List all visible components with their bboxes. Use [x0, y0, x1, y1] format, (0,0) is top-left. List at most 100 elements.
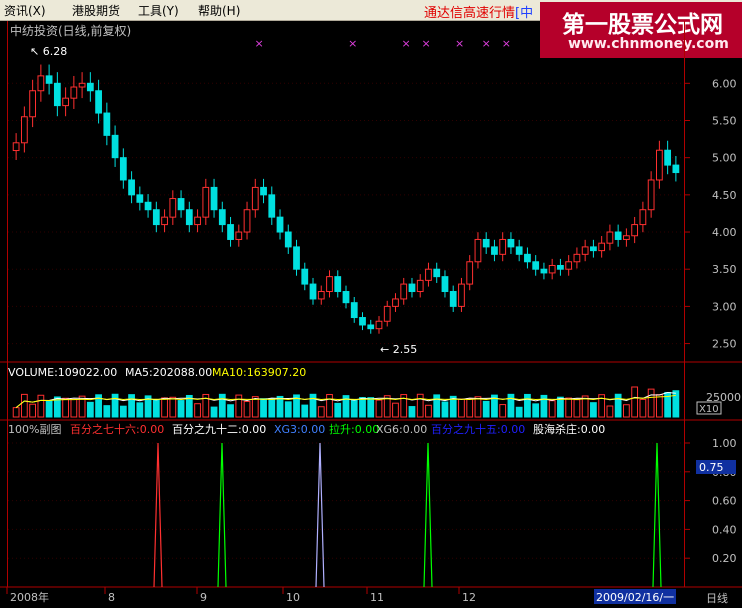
- volume-bar: [326, 394, 333, 418]
- time-label: 9: [200, 591, 207, 604]
- candle-body: [334, 276, 342, 293]
- candle-body: [359, 317, 366, 326]
- menu-item-help[interactable]: 帮助(H): [198, 2, 240, 19]
- ma10-label: MA10:163907.20: [212, 366, 306, 379]
- time-label: 2009/02/16/一: [596, 591, 674, 604]
- volume-bar: [631, 386, 639, 418]
- marquee-ticker: 通达信高速行情[中: [424, 2, 533, 21]
- candle-body: [103, 112, 111, 136]
- volume-bar: [136, 402, 144, 418]
- candle-body: [639, 209, 647, 226]
- signal-marker: ×: [455, 37, 464, 50]
- candle-body: [565, 261, 573, 270]
- volume-bar: [392, 402, 399, 418]
- signal-marker: ×: [502, 37, 511, 50]
- candle-body: [161, 216, 168, 226]
- menu-item-news[interactable]: 资讯(X): [4, 2, 46, 19]
- indicator-label: 100%副图: [8, 423, 61, 436]
- volume-bar: [284, 401, 292, 418]
- candle-body: [664, 149, 672, 166]
- indicator-spike: [423, 442, 433, 588]
- candle-body: [177, 198, 185, 211]
- volume-bar: [268, 398, 276, 418]
- candle-body: [672, 164, 680, 174]
- candle-body: [136, 194, 144, 203]
- time-axis: 2008年 8 9 10 11 12 2009/02/16/一: [6, 587, 676, 604]
- period-label[interactable]: 日线: [706, 591, 728, 605]
- volume-bar: [606, 405, 614, 418]
- indicator-tick-label: 1.00: [712, 437, 737, 450]
- candle-body: [392, 298, 399, 307]
- volume-bar: [227, 404, 234, 418]
- volume-bar: [672, 390, 680, 418]
- volume-bar: [317, 406, 325, 418]
- candle-body: [243, 209, 251, 233]
- volume-bar: [119, 405, 127, 418]
- indicator-axis: 1.000.800.600.400.20: [684, 437, 737, 565]
- volume-bar: [301, 404, 309, 418]
- candle-body: [202, 186, 210, 218]
- indicator-tick-label: 0.60: [712, 495, 737, 508]
- candle-body: [474, 238, 482, 263]
- candle-body: [227, 224, 234, 240]
- candle-body: [144, 201, 152, 211]
- indicator-label: XG6:0.00: [376, 423, 427, 436]
- candle-body: [466, 261, 474, 285]
- indicator-grid: [8, 442, 684, 559]
- candle-body: [449, 291, 457, 307]
- high-price-value: 6.28: [43, 45, 68, 58]
- volume-bar: [62, 397, 69, 418]
- candle-body: [655, 149, 663, 181]
- volume-bar: [152, 399, 160, 418]
- indicator-label: 拉升:0.00: [329, 422, 379, 436]
- volume-bar: [309, 393, 317, 418]
- candle-body: [251, 186, 259, 211]
- marquee-tail: [中: [515, 6, 534, 21]
- menu-item-hk-futures[interactable]: 港股期货: [72, 2, 120, 19]
- candle-body: [499, 238, 507, 255]
- volume-bar: [103, 405, 111, 418]
- time-label: 12: [462, 591, 476, 604]
- volume-bar: [532, 403, 540, 418]
- volume-bar: [466, 398, 474, 418]
- candle-body: [532, 261, 540, 270]
- low-price-label: ← 2.55: [380, 343, 417, 356]
- volume-bar: [573, 399, 581, 418]
- candle-body: [441, 276, 449, 293]
- volume-bar: [441, 401, 449, 418]
- volume-bar: [499, 404, 507, 418]
- candle-body: [293, 246, 300, 270]
- time-label: 10: [286, 591, 300, 604]
- indicator-label: 百分之九十五:0.00: [431, 422, 525, 436]
- candle-body: [623, 235, 630, 240]
- candle-body: [260, 186, 267, 196]
- indicator-label: 股海杀庄:0.00: [533, 422, 605, 436]
- volume-bar: [458, 398, 465, 418]
- volume-unit-label: X10: [699, 404, 719, 415]
- volume-bar: [647, 388, 655, 418]
- volume-bar: [375, 399, 383, 418]
- candle-body: [29, 90, 37, 118]
- candle-body: [350, 302, 358, 319]
- candle-body: [326, 276, 333, 293]
- candle-body: [383, 305, 391, 322]
- volume-bar: [169, 396, 177, 418]
- indicator-label: 百分之七十六:0.00: [70, 422, 164, 436]
- indicator-spike: [652, 442, 662, 588]
- candle-body: [458, 283, 465, 307]
- candle-body: [119, 157, 127, 181]
- candle-body: [408, 283, 416, 293]
- candle-body: [647, 179, 655, 211]
- candle-body: [548, 264, 556, 274]
- ma5-label: MA5:202088.00: [125, 366, 212, 379]
- candle-body: [284, 231, 292, 248]
- stock-chart[interactable]: 中纺投资(日线,前复权) × × × × × × × 6.00 5.50 5.00 4.50 4.0…: [0, 21, 742, 608]
- volume-bar: [557, 396, 564, 418]
- price-tick-label: 5.00: [712, 152, 737, 165]
- candle-body: [515, 246, 523, 255]
- menu-item-tools[interactable]: 工具(Y): [138, 2, 179, 19]
- volume-bar: [218, 393, 226, 418]
- indicator-label: XG3:0.00: [274, 423, 325, 436]
- price-tick-label: 4.00: [712, 226, 737, 239]
- signal-marker: ×: [482, 37, 491, 50]
